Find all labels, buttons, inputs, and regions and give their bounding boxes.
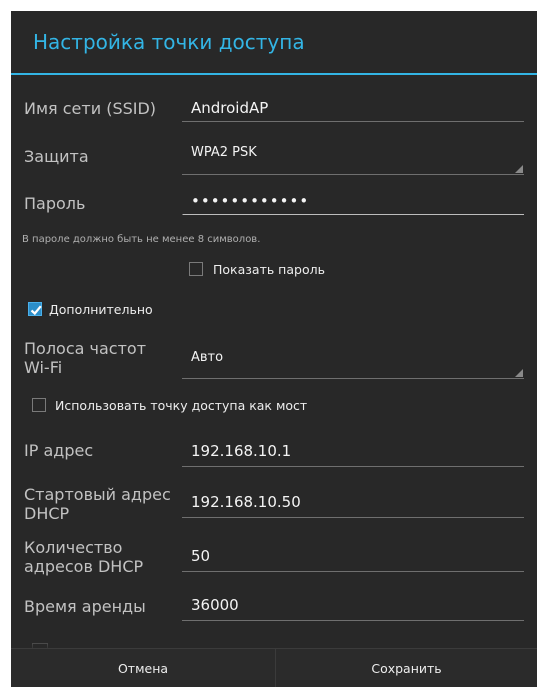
ip-label: IP адрес	[24, 441, 94, 460]
password-label: Пароль	[24, 194, 86, 213]
security-underline	[182, 174, 524, 175]
band-underline	[182, 378, 524, 379]
dhcp-start-label-line1: Стартовый адрес	[24, 485, 171, 504]
bridge-checkbox[interactable]	[32, 398, 46, 412]
cancel-button[interactable]: Отмена	[11, 649, 275, 687]
ssid-underline	[182, 121, 524, 122]
password-hint: В пароле должно быть не менее 8 символов…	[22, 234, 261, 245]
ip-input[interactable]: 192.168.10.1	[191, 442, 291, 460]
lease-label: Время аренды	[24, 597, 146, 616]
security-label: Защита	[24, 147, 89, 166]
hotspot-settings-dialog: Настройка точки доступа Имя сети (SSID) …	[11, 11, 537, 687]
security-select[interactable]: WPA2 PSK	[191, 145, 257, 160]
show-password-label[interactable]: Показать пароль	[213, 262, 325, 277]
password-underline	[182, 214, 524, 215]
save-button[interactable]: Сохранить	[276, 649, 537, 687]
dhcp-start-label-line2: DHCP	[24, 504, 70, 523]
dhcp-count-underline	[182, 571, 524, 572]
band-label-line1: Полоса частот	[24, 339, 147, 358]
title-divider	[11, 73, 537, 75]
ssid-input[interactable]: AndroidAP	[191, 99, 268, 117]
dialog-title: Настройка точки доступа	[33, 30, 305, 54]
advanced-label[interactable]: Дополнительно	[49, 302, 153, 317]
band-label-line2: Wi-Fi	[24, 358, 63, 377]
advanced-checkbox[interactable]	[28, 302, 42, 316]
checkmark-icon	[30, 305, 42, 316]
button-bar: Отмена Сохранить	[11, 648, 537, 687]
ip-underline	[182, 466, 524, 467]
band-select[interactable]: Авто	[191, 350, 223, 365]
dhcp-start-input[interactable]: 192.168.10.50	[191, 493, 301, 511]
dhcp-count-input[interactable]: 50	[191, 547, 210, 565]
dhcp-count-label-line2: адресов DHCP	[24, 557, 144, 576]
lease-underline	[182, 620, 524, 621]
band-dropdown-arrow-icon[interactable]	[515, 369, 523, 377]
lease-input[interactable]: 36000	[191, 596, 239, 614]
ssid-label: Имя сети (SSID)	[24, 99, 157, 118]
dhcp-start-underline	[182, 517, 524, 518]
password-input[interactable]: ••••••••••••	[191, 192, 309, 210]
dhcp-count-label-line1: Количество	[24, 538, 123, 557]
security-dropdown-arrow-icon[interactable]	[515, 165, 523, 173]
show-password-checkbox[interactable]	[189, 262, 203, 276]
bridge-label[interactable]: Использовать точку доступа как мост	[55, 398, 307, 413]
